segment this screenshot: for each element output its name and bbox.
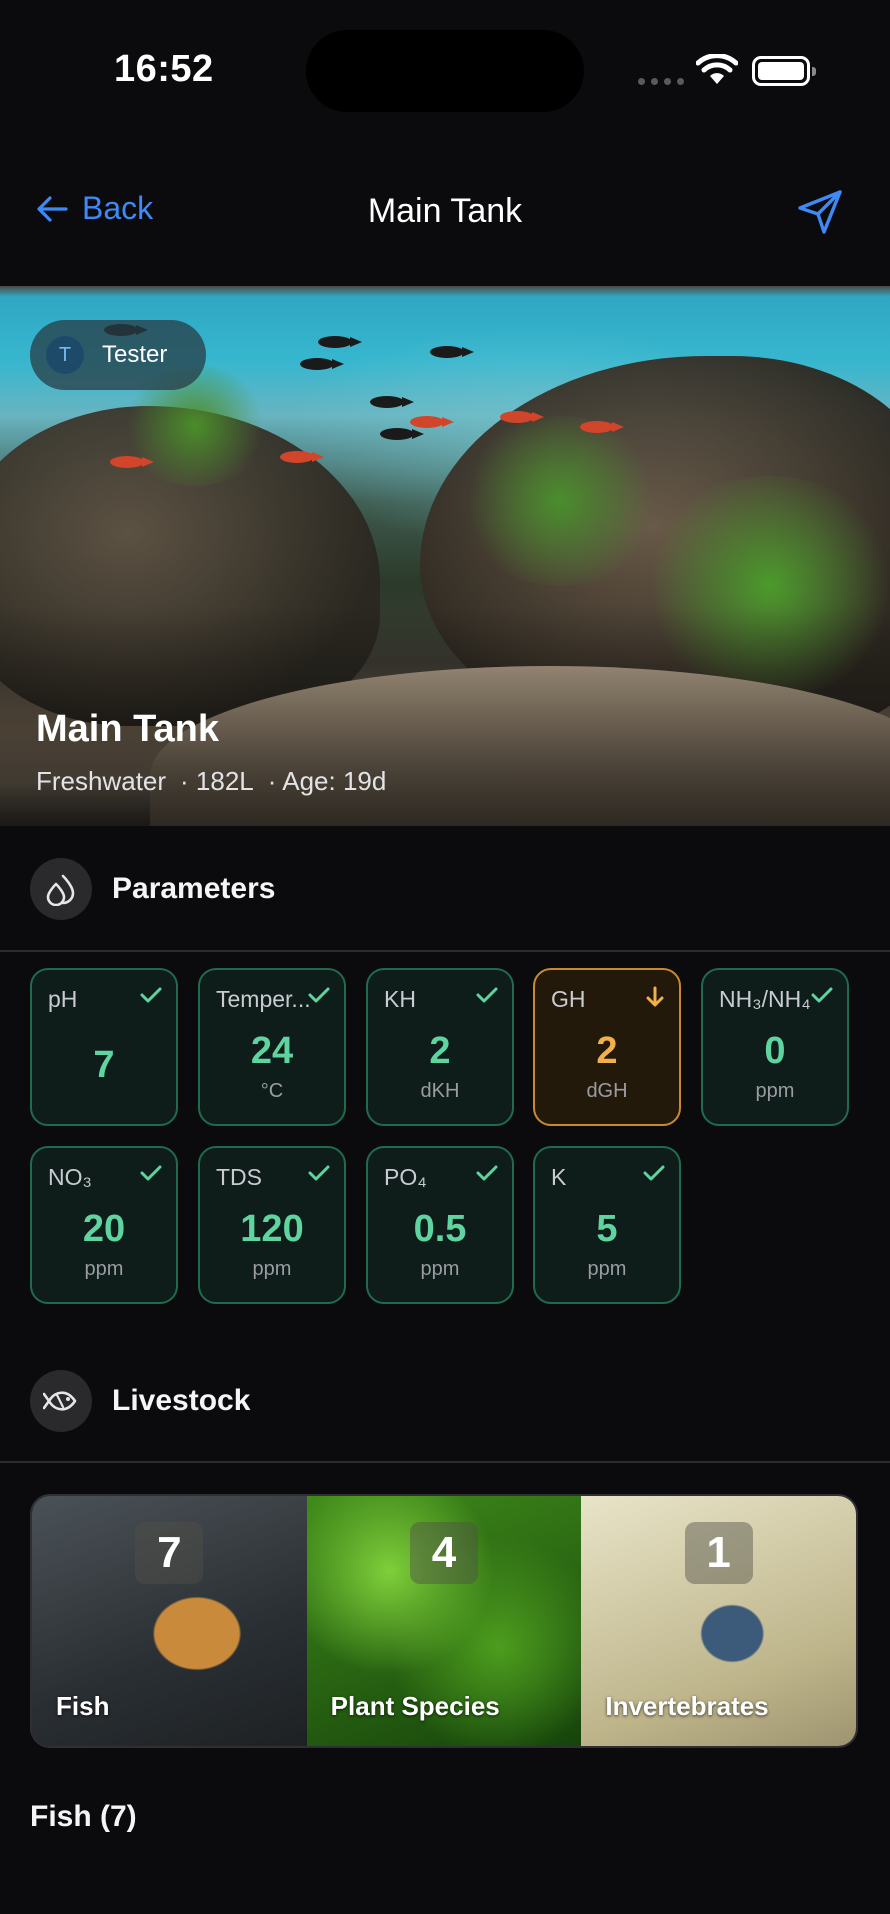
parameter-card[interactable]: K 5 ppm xyxy=(533,1146,681,1304)
checkmark-icon xyxy=(811,986,833,1009)
cellular-signal-icon xyxy=(638,78,684,88)
checkmark-icon xyxy=(308,986,330,1009)
parameter-unit: dKH xyxy=(420,1080,460,1102)
parameter-unit: ppm xyxy=(755,1080,795,1102)
water-type: Freshwater xyxy=(36,766,167,796)
parameters-title: Parameters xyxy=(112,872,276,905)
parameter-unit: dGH xyxy=(586,1080,628,1102)
parameter-unit: °C xyxy=(260,1080,284,1102)
checkmark-icon xyxy=(643,1164,665,1187)
tank-name: Main Tank xyxy=(36,708,219,750)
parameter-value: 0.5 xyxy=(413,1208,467,1250)
parameter-card[interactable]: PO₄ 0.5 ppm xyxy=(366,1146,514,1304)
fish-icon xyxy=(30,1370,92,1432)
tank-meta: Freshwater · 182L · Age: 19d xyxy=(36,766,386,797)
parameters-header: Parameters xyxy=(30,858,275,920)
parameter-value: 120 xyxy=(240,1208,304,1250)
water-drops-icon xyxy=(30,858,92,920)
plant-count: 4 xyxy=(410,1522,478,1584)
checkmark-icon xyxy=(140,1164,162,1187)
parameter-unit: ppm xyxy=(252,1258,292,1280)
share-button[interactable] xyxy=(796,188,844,241)
parameter-label: GH xyxy=(551,986,586,1012)
parameter-value: 20 xyxy=(82,1208,126,1250)
parameter-value: 2 xyxy=(596,1030,618,1072)
parameter-card[interactable]: Temper... 24 °C xyxy=(198,968,346,1126)
parameter-value: 2 xyxy=(429,1030,451,1072)
checkmark-icon xyxy=(140,986,162,1009)
livestock-header: Livestock xyxy=(30,1370,250,1432)
parameter-label: TDS xyxy=(216,1164,262,1190)
parameter-value: 24 xyxy=(250,1030,294,1072)
status-bar: 16:52 xyxy=(0,0,890,150)
parameter-card[interactable]: NH₃/NH₄ 0 ppm xyxy=(701,968,849,1126)
livestock-summary: 7 Fish 4 Plant Species 1 Invertebrates xyxy=(30,1494,858,1748)
fish-list-heading: Fish (7) xyxy=(30,1800,137,1833)
checkmark-icon xyxy=(308,1164,330,1187)
user-name: Tester xyxy=(102,341,168,368)
livestock-tile-fish[interactable]: 7 Fish xyxy=(32,1496,307,1746)
parameter-card[interactable]: GH 2 dGH xyxy=(533,968,681,1126)
page-title: Main Tank xyxy=(367,192,523,230)
parameter-card[interactable]: KH 2 dKH xyxy=(366,968,514,1126)
user-chip[interactable]: T Tester xyxy=(30,320,206,390)
tank-photo[interactable]: T Tester Main Tank Freshwater · 182L · A… xyxy=(0,286,890,826)
tank-volume: · 182L xyxy=(180,766,254,796)
fish-count: 7 xyxy=(135,1522,204,1584)
parameter-label: KH xyxy=(384,986,416,1012)
avatar: T xyxy=(46,336,84,374)
parameter-card[interactable]: pH 7 xyxy=(30,968,178,1126)
navigation-bar: Back Main Tank xyxy=(0,170,890,250)
livestock-title: Livestock xyxy=(112,1384,251,1417)
divider xyxy=(0,1461,890,1463)
tank-age: · Age: 19d xyxy=(267,766,387,796)
parameter-card[interactable]: TDS 120 ppm xyxy=(198,1146,346,1304)
parameter-label: NH₃/NH₄ xyxy=(719,986,811,1012)
plant-label: Plant Species xyxy=(330,1691,500,1721)
dynamic-island xyxy=(306,30,584,112)
parameter-unit: ppm xyxy=(420,1258,460,1280)
parameter-label: PO₄ xyxy=(384,1164,427,1190)
arrow-down-icon xyxy=(645,986,665,1013)
invertebrate-label: Invertebrates xyxy=(605,1691,769,1721)
fish-label: Fish xyxy=(56,1691,110,1721)
livestock-tile-plants[interactable]: 4 Plant Species xyxy=(306,1496,582,1746)
invertebrate-count: 1 xyxy=(684,1522,753,1584)
battery-icon xyxy=(752,56,816,86)
parameter-value: 0 xyxy=(764,1030,786,1072)
parameter-label: Temper... xyxy=(216,986,311,1012)
parameter-label: K xyxy=(551,1164,567,1190)
parameter-card[interactable]: NO₃ 20 ppm xyxy=(30,1146,178,1304)
parameter-label: NO₃ xyxy=(48,1164,92,1190)
send-icon xyxy=(798,190,842,234)
divider xyxy=(0,950,890,952)
parameter-unit: ppm xyxy=(84,1258,124,1280)
checkmark-icon xyxy=(476,986,498,1009)
parameter-unit: ppm xyxy=(587,1258,627,1280)
parameter-value: 7 xyxy=(93,1044,115,1086)
parameter-value: 5 xyxy=(596,1208,618,1250)
checkmark-icon xyxy=(476,1164,498,1187)
status-time: 16:52 xyxy=(114,48,214,90)
parameter-label: pH xyxy=(48,986,78,1012)
livestock-tile-invertebrates[interactable]: 1 Invertebrates xyxy=(581,1496,856,1746)
wifi-icon xyxy=(696,54,738,84)
